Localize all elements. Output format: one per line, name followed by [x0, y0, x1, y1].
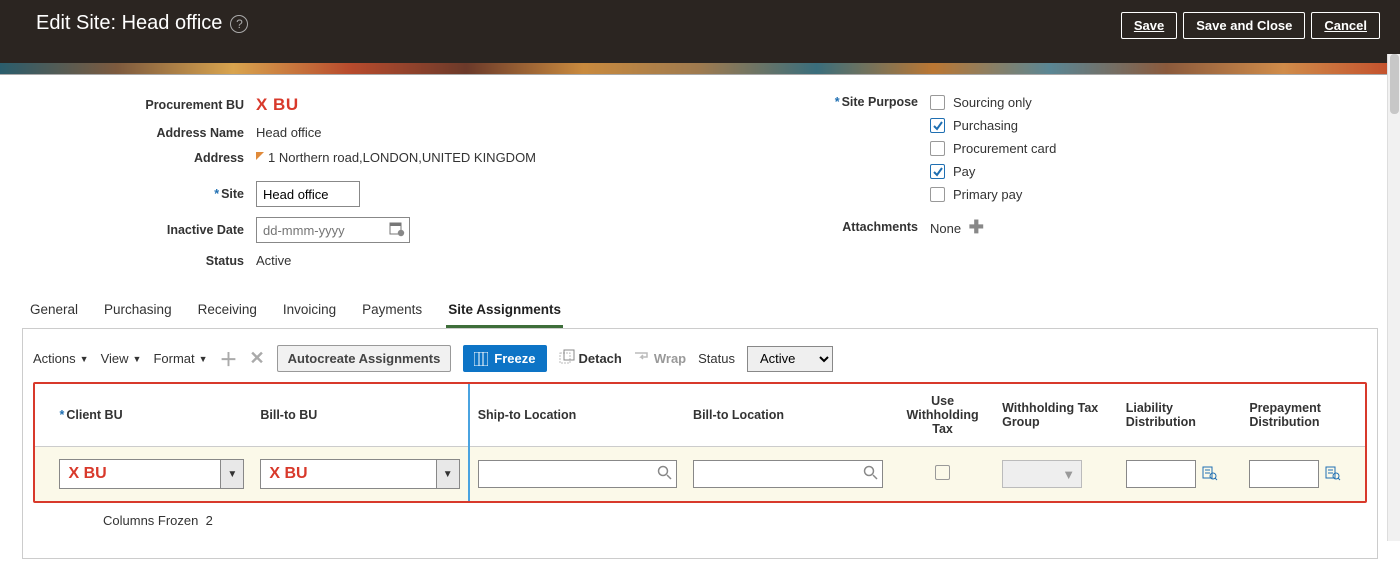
sourcing-only-checkbox[interactable] [930, 95, 945, 110]
columns-frozen-note: Columns Frozen 2 [33, 503, 1367, 528]
col-bill-to-location[interactable]: Bill-to Location [685, 384, 891, 447]
assignments-grid: *Client BU Bill-to BU Ship-to Location B… [33, 382, 1367, 503]
decorative-strip [0, 63, 1400, 75]
tab-payments[interactable]: Payments [360, 294, 424, 328]
tab-receiving[interactable]: Receiving [196, 294, 259, 328]
prepayment-distribution-input[interactable] [1249, 460, 1319, 488]
site-assignments-panel: Actions▼ View▼ Format▼ ＋ ✕ Autocreate As… [22, 329, 1378, 559]
procurement-bu-label: Procurement BU [22, 98, 256, 112]
liability-search-icon[interactable] [1202, 465, 1218, 484]
client-bu-dropdown-icon[interactable]: ▼ [220, 459, 244, 489]
add-row-icon[interactable]: ＋ [220, 346, 238, 372]
cancel-button[interactable]: Cancel [1311, 12, 1380, 39]
actions-menu[interactable]: Actions▼ [33, 351, 89, 366]
toolbar-status-label: Status [698, 351, 735, 366]
tab-purchasing[interactable]: Purchasing [102, 294, 174, 328]
site-input[interactable] [256, 181, 360, 207]
col-client-bu[interactable]: *Client BU [51, 384, 252, 447]
liability-distribution-input[interactable] [1126, 460, 1196, 488]
client-bu-combo[interactable]: X BU ▼ [59, 459, 244, 489]
primary-pay-checkbox[interactable] [930, 187, 945, 202]
vertical-scrollbar[interactable] [1387, 54, 1400, 541]
address-value: 1 Northern road,LONDON,UNITED KINGDOM [268, 150, 536, 165]
freeze-button[interactable]: Freeze [463, 345, 546, 372]
freeze-icon [474, 352, 488, 366]
attachments-value: None [930, 221, 961, 236]
format-menu[interactable]: Format▼ [153, 351, 207, 366]
address-label: Address [22, 151, 256, 165]
col-ship-to-location[interactable]: Ship-to Location [469, 384, 685, 447]
save-button-label: Save [1134, 18, 1164, 33]
ship-to-search-icon[interactable] [657, 465, 672, 483]
purchasing-label: Purchasing [953, 118, 1018, 133]
page-title: Edit Site: Head office ? [36, 12, 248, 35]
primary-pay-label: Primary pay [953, 187, 1022, 202]
attachments-value-wrap: None ✚ [930, 220, 984, 236]
col-row-selector [35, 384, 51, 447]
bill-to-bu-combo[interactable]: X BU ▼ [260, 459, 459, 489]
col-prepayment-distribution[interactable]: Prepayment Distribution [1241, 384, 1365, 447]
wrap-button[interactable]: Wrap [634, 350, 686, 367]
site-purpose-label: *Site Purpose [730, 95, 930, 109]
procurement-card-checkbox[interactable] [930, 141, 945, 156]
tab-general[interactable]: General [28, 294, 80, 328]
add-attachment-icon[interactable]: ✚ [969, 217, 984, 237]
tab-invoicing[interactable]: Invoicing [281, 294, 338, 328]
status-value: Active [256, 253, 291, 268]
help-icon[interactable]: ? [230, 15, 248, 33]
pay-checkbox[interactable] [930, 164, 945, 179]
save-button[interactable]: Save [1121, 12, 1177, 39]
address-value-wrap: 1 Northern road,LONDON,UNITED KINGDOM [256, 150, 536, 165]
address-name-value: Head office [256, 125, 322, 140]
table-row: X BU ▼ X BU ▼ [35, 447, 1365, 502]
pay-label: Pay [953, 164, 975, 179]
procurement-card-label: Procurement card [953, 141, 1056, 156]
bill-to-bu-value: X BU [260, 459, 435, 489]
address-name-label: Address Name [22, 126, 256, 140]
delete-row-icon[interactable]: ✕ [250, 348, 265, 369]
detach-button[interactable]: Detach [559, 349, 622, 368]
client-bu-value: X BU [59, 459, 220, 489]
col-use-withholding-tax[interactable]: Use Withholding Tax [891, 384, 994, 447]
view-menu[interactable]: View▼ [101, 351, 142, 366]
bill-to-location-input[interactable] [693, 460, 883, 488]
detach-icon [559, 349, 575, 368]
row-selector[interactable] [35, 447, 51, 502]
site-label: *Site [22, 187, 256, 201]
col-liability-distribution[interactable]: Liability Distribution [1118, 384, 1242, 447]
purchasing-checkbox[interactable] [930, 118, 945, 133]
toolbar-status-select[interactable]: Active [747, 346, 833, 372]
withholding-tax-group-combo[interactable]: ▼ [1002, 460, 1082, 488]
col-bill-to-bu[interactable]: Bill-to BU [252, 384, 468, 447]
bill-to-search-icon[interactable] [863, 465, 878, 483]
calendar-icon[interactable] [388, 220, 406, 238]
tab-site-assignments[interactable]: Site Assignments [446, 294, 563, 328]
cancel-button-label: Cancel [1324, 18, 1367, 33]
sourcing-only-label: Sourcing only [953, 95, 1032, 110]
save-and-close-button[interactable]: Save and Close [1183, 12, 1305, 39]
attachments-label: Attachments [730, 220, 930, 234]
save-and-close-label: Save and Close [1196, 18, 1292, 33]
ship-to-location-input[interactable] [478, 460, 677, 488]
bill-to-bu-dropdown-icon[interactable]: ▼ [436, 459, 460, 489]
prepayment-search-icon[interactable] [1325, 465, 1341, 484]
col-withholding-tax-group[interactable]: Withholding Tax Group [994, 384, 1118, 447]
tabs: General Purchasing Receiving Invoicing P… [22, 294, 1378, 329]
page-title-text: Edit Site: Head office [36, 12, 222, 35]
inactive-date-input[interactable] [256, 217, 410, 243]
wrap-icon [634, 350, 650, 367]
header-bar: Edit Site: Head office ? Save Save and C… [0, 0, 1400, 63]
status-label: Status [22, 254, 256, 268]
autocreate-assignments-button[interactable]: Autocreate Assignments [277, 345, 452, 372]
inactive-date-label: Inactive Date [22, 223, 256, 237]
procurement-bu-value: X BU [256, 95, 299, 115]
use-withholding-tax-checkbox[interactable] [935, 465, 950, 480]
address-flag-icon [256, 152, 266, 162]
